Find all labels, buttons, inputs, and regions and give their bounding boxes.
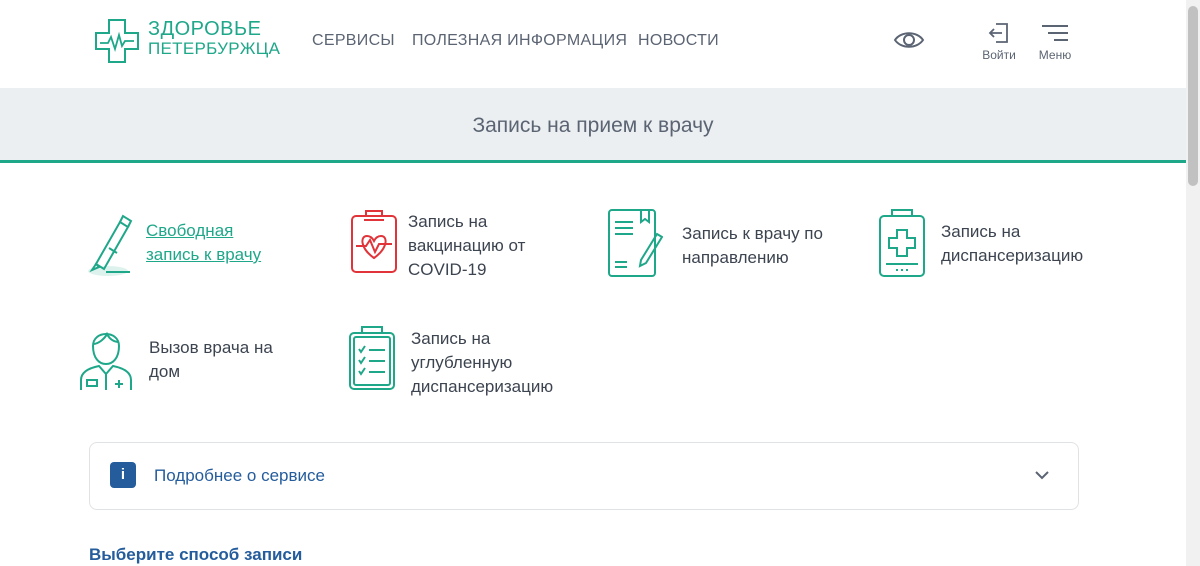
chevron-down-icon [1035, 471, 1049, 480]
nav-services[interactable]: СЕРВИСЫ [312, 32, 395, 50]
login-button[interactable]: Войти [973, 22, 1025, 64]
site-header: ЗДОРОВЬЕ ПЕТЕРБУРЖЦА СЕРВИСЫ ПОЛЕЗНАЯ ИН… [0, 0, 1186, 88]
menu-button[interactable]: Меню [1029, 22, 1081, 64]
logo-line-1: ЗДОРОВЬЕ [148, 18, 262, 40]
referral-document-icon [608, 209, 663, 277]
service-info-accordion[interactable]: i Подробнее о сервисе [89, 442, 1079, 510]
service-label: Запись на диспансеризацию [941, 222, 1084, 265]
pen-icon [88, 214, 133, 276]
login-icon [988, 23, 1008, 43]
site-logo[interactable]: ЗДОРОВЬЕ ПЕТЕРБУРЖЦА [94, 18, 280, 64]
service-covid-vaccination[interactable]: Запись на вакцинацию от COVID-19 [350, 208, 550, 280]
service-label[interactable]: Свободная запись к врачу [146, 219, 286, 267]
clipboard-cross-icon [879, 209, 925, 277]
clipboard-checklist-icon [349, 326, 395, 390]
logo-line-2: ПЕТЕРБУРЖЦА [148, 39, 281, 58]
nav-useful-info[interactable]: ПОЛЕЗНАЯ ИНФОРМАЦИЯ [412, 32, 627, 50]
nav-news[interactable]: НОВОСТИ [638, 32, 719, 50]
logo-text: ЗДОРОВЬЕ ПЕТЕРБУРЖЦА [148, 19, 280, 59]
service-label: Вызов врача на дом [149, 338, 273, 381]
medical-cross-logo-icon [95, 19, 139, 63]
service-label: Запись на вакцинацию от COVID-19 [408, 212, 526, 279]
menu-label: Меню [1038, 48, 1072, 62]
service-free-appointment[interactable]: Свободная запись к врачу [86, 208, 286, 278]
service-referral-appointment[interactable]: Запись к врачу по направлению [607, 208, 847, 280]
page-title: Запись на прием к врачу [472, 114, 714, 137]
service-dispensarization[interactable]: Запись на диспансеризацию [878, 208, 1108, 280]
eye-icon[interactable] [893, 28, 925, 52]
section-title: Выберите способ записи [89, 545, 303, 564]
service-home-doctor-call[interactable]: Вызов врача на дом [79, 324, 299, 396]
hamburger-menu-icon [1042, 25, 1068, 41]
clipboard-heartbeat-icon [351, 210, 397, 273]
doctor-icon [80, 331, 132, 390]
login-label: Войти [982, 48, 1016, 62]
service-label: Запись к врачу по направлению [682, 224, 823, 267]
service-label: Запись на углубленную диспансеризацию [411, 329, 554, 396]
scrollbar-thumb[interactable] [1188, 6, 1198, 186]
service-extended-dispensarization[interactable]: Запись на углубленную диспансеризацию [348, 325, 588, 397]
info-icon: i [110, 462, 136, 488]
page-title-band: Запись на прием к врачу [0, 88, 1186, 163]
info-accordion-label: Подробнее о сервисе [154, 466, 325, 485]
page-scrollbar[interactable] [1186, 0, 1200, 566]
